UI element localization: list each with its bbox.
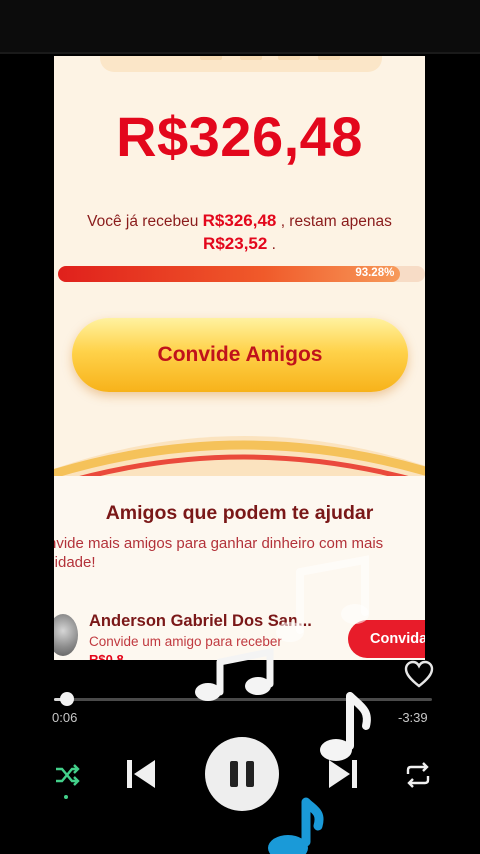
friend-amount: R$0,8 [89,652,124,660]
skip-previous-icon[interactable] [126,758,156,790]
received-prefix: Você já recebeu [87,213,199,230]
card-decoration [240,56,262,60]
seek-handle[interactable] [60,692,74,706]
invite-friends-button[interactable]: Convide Amigos [72,318,408,392]
current-time: 0:06 [52,710,78,725]
invite-friends-label: Convide Amigos [157,343,323,366]
card-decoration [200,56,222,60]
reward-progress-fill: 93.28% [58,266,401,282]
music-note-icon [320,692,371,761]
received-suffix: . [271,236,276,253]
reward-progress-bar: 93.28% [58,266,425,282]
progress-percent: 93.28% [355,267,395,279]
friend-description: Convide um amigo para receber [89,634,282,649]
received-summary: Você já recebeu R$326,48 , restam apenas… [54,210,425,256]
received-amount: R$326,48 [202,211,277,230]
skip-next-icon[interactable] [328,758,358,790]
divider [0,52,480,54]
friends-title: Amigos que podem te ajudar [105,502,374,524]
remaining-amount: R$23,52 [203,234,268,253]
music-note-watermark-icon [276,555,369,642]
friends-subtitle-line2: ilidade! [54,554,96,571]
card-decoration [278,56,300,60]
remaining-time: -3:39 [398,710,428,725]
music-note-icon [195,648,274,701]
music-note-blue-icon [268,797,324,854]
avatar [54,614,78,656]
repeat-icon[interactable] [404,762,432,788]
card-decoration [318,56,340,60]
friends-subtitle-line1: nvide mais amigos para ganhar dinheiro c… [54,535,384,552]
received-middle: , restam apenas [280,213,392,230]
status-bar-area [0,0,480,54]
shuffle-active-indicator [64,795,68,799]
heart-outline-icon[interactable] [404,660,434,688]
shuffle-icon[interactable] [54,762,80,788]
top-card [100,56,382,72]
reward-amount: R$326,48 [116,105,363,168]
